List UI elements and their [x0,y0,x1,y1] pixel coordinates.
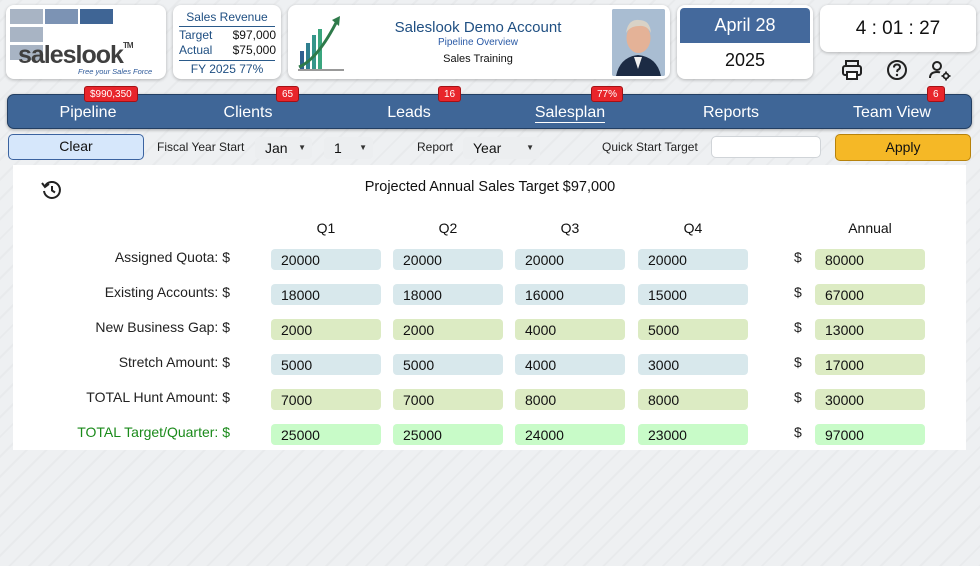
currency-symbol: $ [794,354,802,370]
quota-q1-field[interactable]: 20000 [271,249,381,270]
pipeline-badge: $990,350 [84,86,138,102]
day-select[interactable]: 1 ▼ [324,137,373,159]
avatar[interactable] [612,9,665,76]
revenue-title: Sales Revenue [186,10,268,24]
quota-q3-field[interactable]: 20000 [515,249,625,270]
quota-annual-value: 80000 [815,249,925,270]
growth-chart-icon [298,16,344,71]
row-label-existing-accounts: Existing Accounts: $ [104,284,230,300]
column-header-q2: Q2 [438,220,458,236]
date-year: 2025 [724,50,766,70]
date-card: April 28 2025 [677,5,813,79]
clear-button[interactable]: Clear [8,134,144,160]
column-header-annual: Annual [848,220,892,236]
existing-annual-value: 67000 [815,284,925,305]
gap-q2-value: 2000 [393,319,503,340]
main-nav: Pipeline Clients Leads Salesplan Reports… [7,94,972,129]
hunt-q1-value: 7000 [271,389,381,410]
account-subtitle: Pipeline Overview [437,37,519,48]
fiscal-year-progress: FY 2025 77% [190,62,264,76]
hunt-q3-value: 8000 [515,389,625,410]
logo-square [10,27,43,42]
apply-button[interactable]: Apply [835,134,971,161]
currency-symbol: $ [794,284,802,300]
gap-q3-value: 4000 [515,319,625,340]
gap-annual-value: 13000 [815,319,925,340]
user-settings-icon[interactable] [928,58,952,82]
actual-row: Actual $75,000 [179,43,276,57]
logo-square [45,9,78,24]
row-label-assigned-quota: Assigned Quota: $ [114,249,230,265]
team-view-badge: 6 [927,86,945,102]
leads-badge: 16 [438,86,462,102]
stretch-q1-field[interactable]: 5000 [271,354,381,375]
salesplan-badge: 77% [591,86,624,102]
existing-q2-field[interactable]: 18000 [393,284,503,305]
divider [179,60,275,61]
quick-start-target-label: Quick Start Target [602,140,698,154]
sales-revenue-card: Sales Revenue Target $97,000 Actual $75,… [173,5,281,79]
stretch-q2-field[interactable]: 5000 [393,354,503,375]
tab-leads[interactable]: Leads [329,95,489,130]
chevron-down-icon: ▼ [298,143,306,152]
brand-tagline: Free your Sales Force [78,67,153,76]
row-label-total-target: TOTAL Target/Quarter: $ [77,424,230,440]
hunt-q4-value: 8000 [638,389,748,410]
row-label-stretch-amount: Stretch Amount: $ [118,354,230,370]
target-row: Target $97,000 [179,28,276,42]
brand-name: saleslookTM [18,41,133,69]
printer-icon[interactable] [840,58,864,82]
divider [179,26,275,27]
existing-q1-field[interactable]: 18000 [271,284,381,305]
account-name: Saleslook Demo Account [394,19,562,36]
existing-q4-field[interactable]: 15000 [638,284,748,305]
tab-reports[interactable]: Reports [651,95,811,130]
account-card: Saleslook Demo Account Pipeline Overview… [288,5,670,79]
logo-square [80,9,113,24]
stretch-q4-field[interactable]: 3000 [638,354,748,375]
currency-symbol: $ [794,424,802,440]
hunt-annual-value: 30000 [815,389,925,410]
saleslook-logo: saleslookTM Free your Sales Force [6,5,166,79]
row-label-new-business-gap: New Business Gap: $ [95,319,230,335]
clock: 4 : 01 : 27 [820,5,976,52]
stretch-q3-field[interactable]: 4000 [515,354,625,375]
currency-symbol: $ [794,389,802,405]
history-icon[interactable] [40,178,64,202]
gap-q4-value: 5000 [638,319,748,340]
currency-symbol: $ [794,319,802,335]
target-q1-value: 25000 [271,424,381,445]
target-annual-value: 97000 [815,424,925,445]
report-label: Report [417,140,454,154]
column-header-q1: Q1 [316,220,336,236]
target-q2-value: 25000 [393,424,503,445]
help-icon[interactable] [885,58,909,82]
column-header-q4: Q4 [683,220,703,236]
report-select[interactable]: Year ▼ [463,137,540,159]
logo-square [10,9,43,24]
target-q3-value: 24000 [515,424,625,445]
clients-badge: 65 [276,86,300,102]
currency-symbol: $ [794,249,802,265]
row-label-total-hunt: TOTAL Hunt Amount: $ [86,389,230,405]
fiscal-year-start-label: Fiscal Year Start [157,140,245,154]
column-header-q3: Q3 [560,220,580,236]
hunt-q2-value: 7000 [393,389,503,410]
existing-q3-field[interactable]: 16000 [515,284,625,305]
month-select[interactable]: Jan ▼ [255,137,312,159]
target-q4-value: 23000 [638,424,748,445]
gap-q1-value: 2000 [271,319,381,340]
projected-target-title: Projected Annual Sales Target $97,000 [364,179,616,195]
stretch-annual-value: 17000 [815,354,925,375]
quota-q4-field[interactable]: 20000 [638,249,748,270]
quota-q2-field[interactable]: 20000 [393,249,503,270]
tab-salesplan[interactable]: Salesplan [490,95,650,130]
tab-clients[interactable]: Clients [168,95,328,130]
tab-team-view[interactable]: Team View [812,95,972,130]
chevron-down-icon: ▼ [526,143,534,152]
date-month-day: April 28 [680,8,810,43]
quick-start-target-input[interactable] [711,136,821,158]
chevron-down-icon: ▼ [359,143,367,152]
sales-training-link[interactable]: Sales Training [393,53,563,65]
